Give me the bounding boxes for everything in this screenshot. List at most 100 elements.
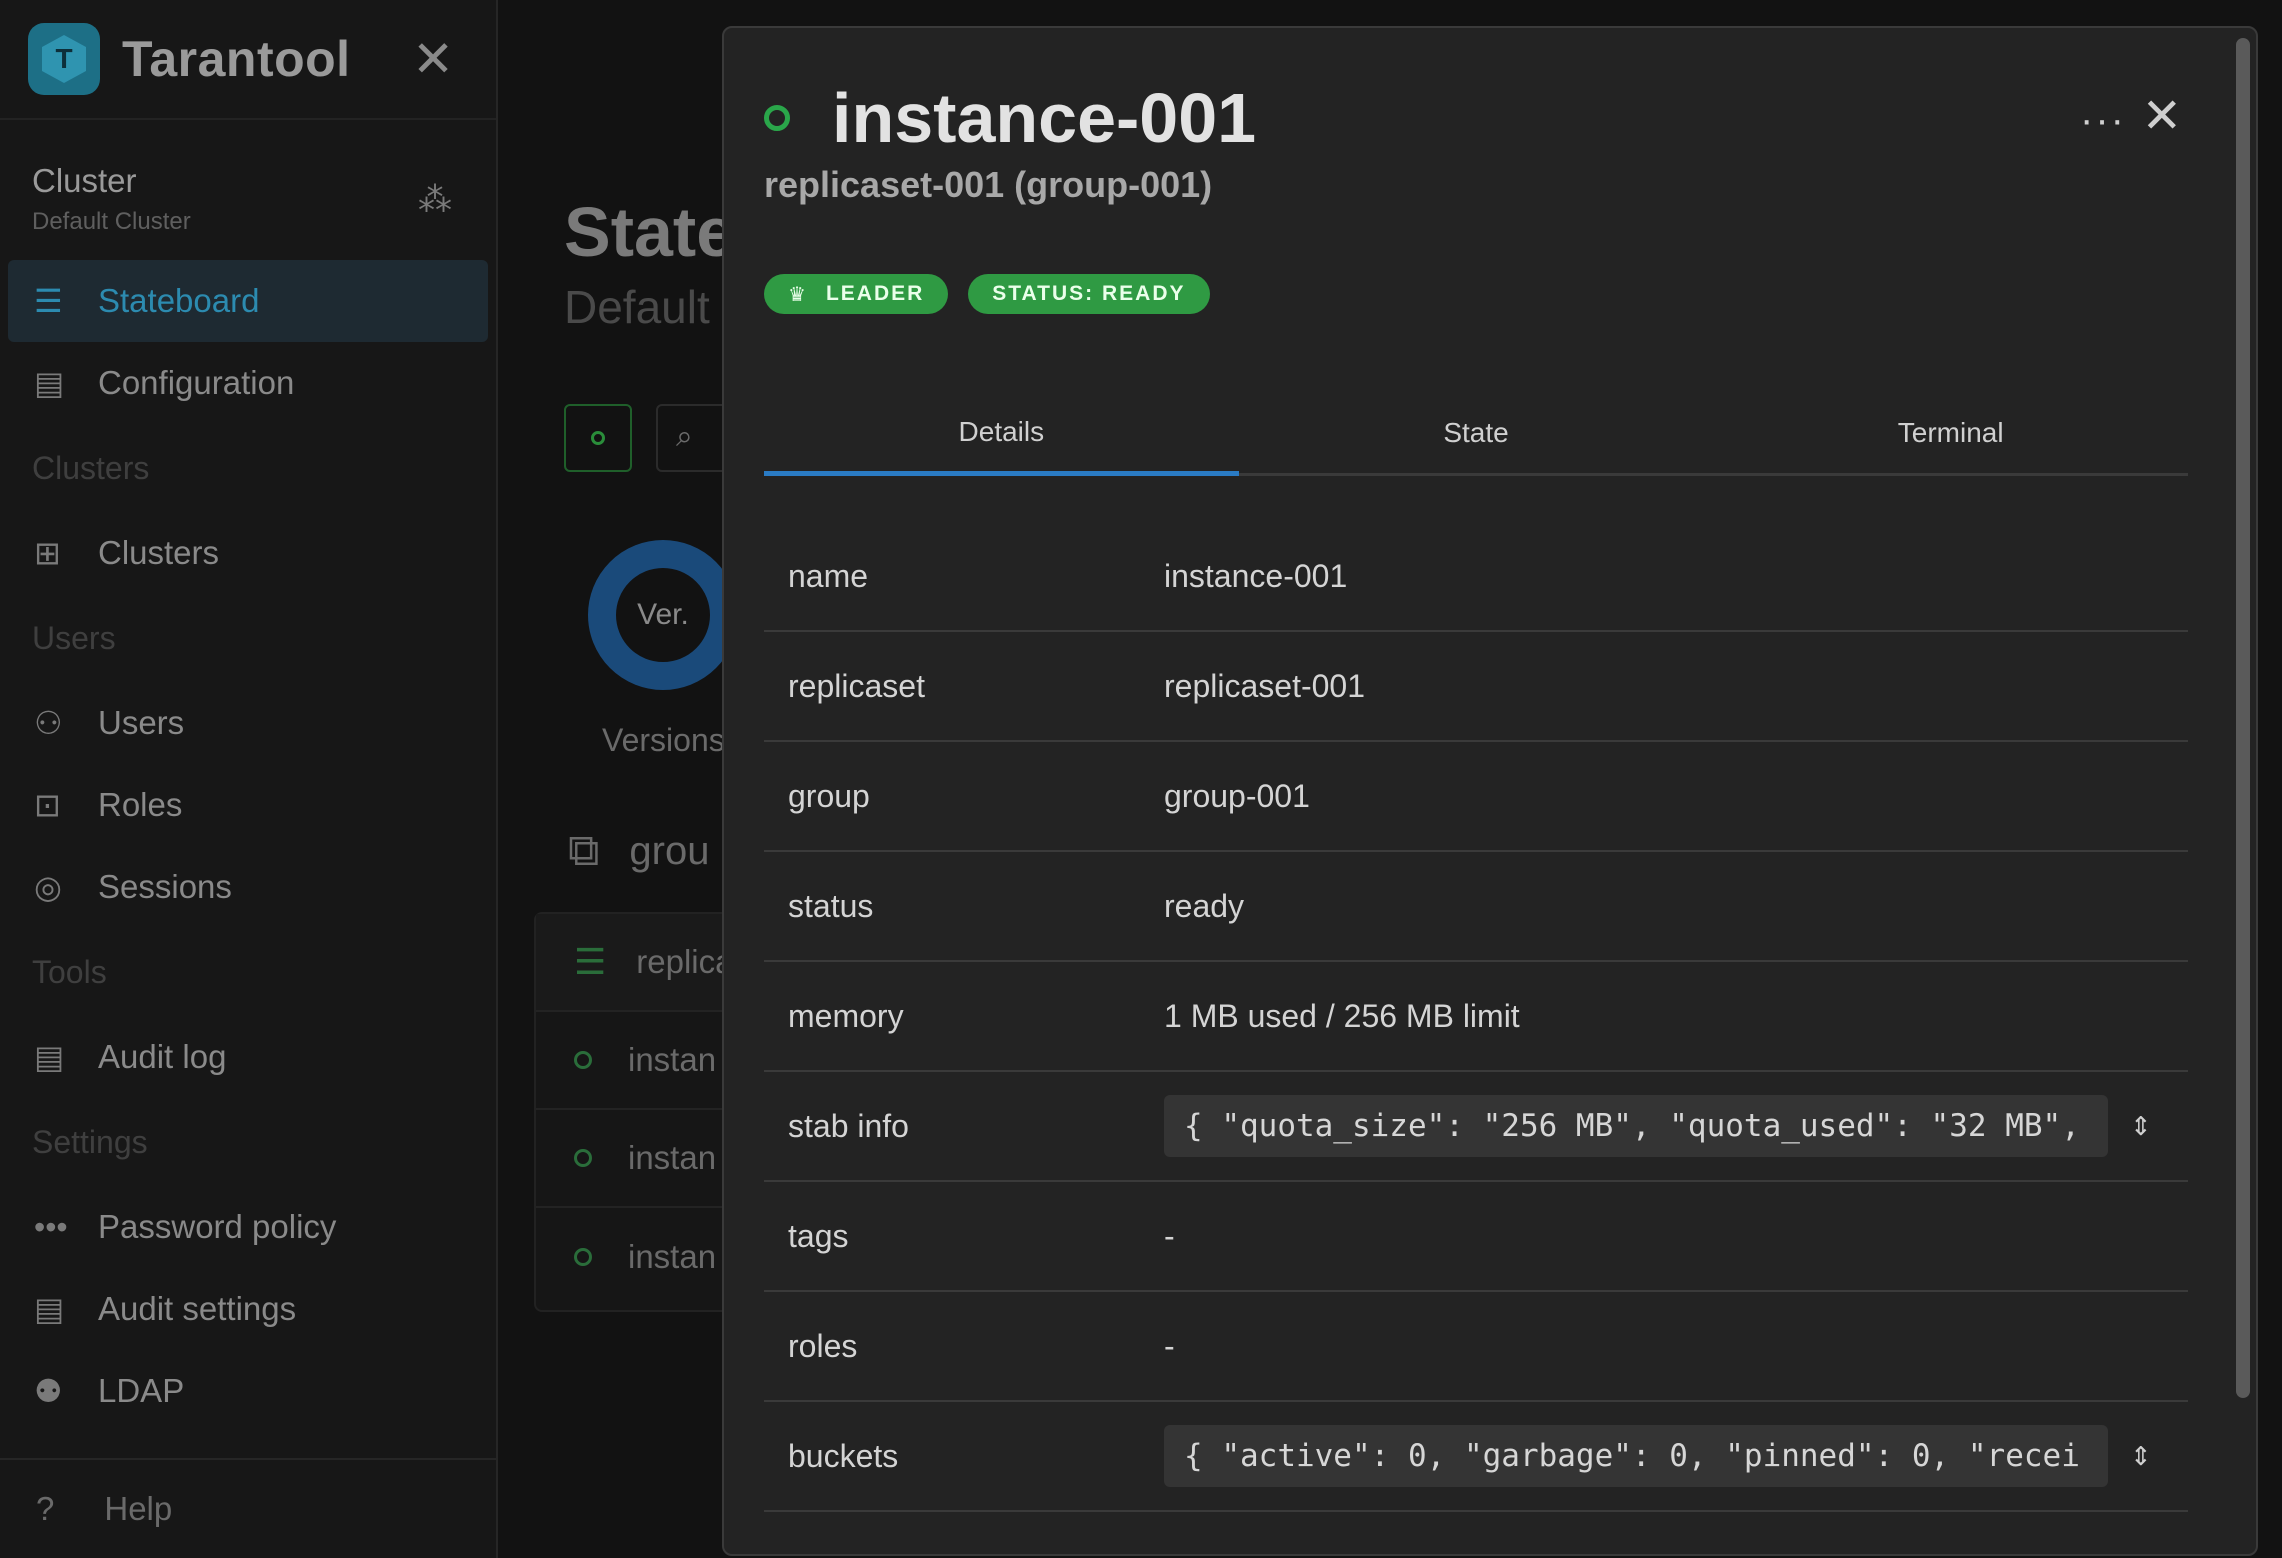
- detail-key: name: [788, 557, 869, 594]
- cluster-selector[interactable]: Cluster Default Cluster ⁂: [0, 120, 496, 260]
- page-title: State: [564, 193, 736, 271]
- group-icon: ⚉: [34, 1373, 63, 1409]
- section-settings: Settings: [32, 1123, 148, 1160]
- sidebar-item-ldap[interactable]: ⚉ LDAP: [8, 1350, 488, 1432]
- instance-subtitle: replicaset-001 (group-001): [764, 164, 1213, 205]
- section-clusters: Clusters: [32, 449, 150, 486]
- question-icon: ?: [36, 1490, 55, 1527]
- detail-value: group-001: [1164, 777, 1310, 814]
- sidebar-item-roles[interactable]: ⊡ Roles: [8, 764, 488, 846]
- sidebar-item-label: Password policy: [98, 1208, 337, 1245]
- versions-label: Versions: [602, 722, 725, 758]
- sidebar-item-users[interactable]: ⚇ Users: [8, 682, 488, 764]
- close-icon[interactable]: ✕: [2142, 88, 2182, 144]
- detail-row-replicaset: replicaset replicaset-001: [764, 632, 2188, 742]
- expand-collapse-icon[interactable]: ⇕: [2130, 1111, 2152, 1142]
- document-icon: ▤: [34, 1291, 65, 1327]
- detail-value: instance-001: [1164, 557, 1348, 594]
- detail-key: status: [788, 887, 874, 924]
- drawer-tabs: Details State Terminal: [764, 392, 2188, 476]
- badge-group: ♛ LEADER STATUS: READY: [764, 274, 1210, 314]
- status-indicator-icon: [764, 105, 790, 131]
- tab-terminal[interactable]: Terminal: [1713, 392, 2188, 473]
- detail-row-name: name instance-001: [764, 522, 2188, 632]
- json-value[interactable]: { "quota_size": "256 MB", "quota_used": …: [1164, 1095, 2108, 1157]
- status-dot-icon: [591, 431, 605, 445]
- cluster-subtitle: Default Cluster: [32, 208, 191, 235]
- instance-label: instan: [628, 1041, 717, 1078]
- sidebar-item-sessions[interactable]: ◎ Sessions: [8, 846, 488, 928]
- status-badge: STATUS: READY: [968, 274, 1210, 314]
- app-root: T Tarantool ✕ Cluster Default Cluster ⁂ …: [0, 0, 2282, 1558]
- more-options-icon[interactable]: ···: [2080, 98, 2126, 143]
- sidebar-item-label: Stateboard: [98, 282, 260, 319]
- sidebar-item-password-policy[interactable]: ••• Password policy: [8, 1186, 488, 1268]
- sidebar-item-label: Roles: [98, 786, 183, 823]
- leader-badge: ♛ LEADER: [764, 274, 949, 314]
- tab-state[interactable]: State: [1239, 392, 1714, 473]
- detail-row-status: status ready: [764, 852, 2188, 962]
- instance-drawer: instance-001 replicaset-001 (group-001) …: [722, 26, 2258, 1556]
- expand-collapse-icon[interactable]: ⇕: [2130, 1441, 2152, 1472]
- replicaset-label: replica: [636, 943, 734, 980]
- close-icon[interactable]: ✕: [412, 34, 454, 84]
- sidebar-item-configuration[interactable]: ▤ Configuration: [8, 342, 488, 424]
- status-dot-icon: [574, 1149, 592, 1167]
- detail-key: stab info: [788, 1107, 909, 1144]
- sidebar-item-label: Users: [98, 704, 185, 741]
- sidebar-item-clusters[interactable]: ⊞ Clusters: [8, 512, 488, 594]
- json-value[interactable]: { "active": 0, "garbage": 0, "pinned": 0…: [1164, 1425, 2108, 1487]
- detail-value: 1 MB used / 256 MB limit: [1164, 997, 1520, 1034]
- status-dot-icon: [574, 1248, 592, 1266]
- help-link[interactable]: ? Help: [0, 1458, 496, 1558]
- users-icon: ⚇: [34, 705, 63, 741]
- sidebar-header: T Tarantool ✕: [0, 0, 496, 120]
- detail-value: ready: [1164, 887, 1245, 924]
- detail-key: roles: [788, 1327, 858, 1364]
- role-badge-icon: ⊡: [34, 787, 61, 823]
- drawer-header: instance-001: [764, 78, 1256, 158]
- document-icon: ▤: [34, 1039, 65, 1075]
- sidebar-item-stateboard[interactable]: ☰ Stateboard: [8, 260, 488, 342]
- detail-row-roles: roles -: [764, 1292, 2188, 1402]
- grid-plus-icon: ⊞: [34, 535, 61, 571]
- tab-details[interactable]: Details: [764, 392, 1239, 476]
- leader-badge-label: LEADER: [825, 282, 925, 305]
- group-header[interactable]: ⧉ grou: [568, 826, 709, 876]
- instance-label: instan: [628, 1139, 717, 1176]
- sidebar-item-audit-log[interactable]: ▤ Audit log: [8, 1016, 488, 1098]
- drawer-scrollbar[interactable]: [2236, 38, 2250, 1398]
- section-tools: Tools: [32, 953, 107, 990]
- detail-key: replicaset: [788, 667, 925, 704]
- sidebar-item-label: Sessions: [98, 868, 232, 905]
- password-dots-icon: •••: [34, 1208, 68, 1245]
- status-dot-icon: [574, 1051, 592, 1069]
- sidebar-item-label: Audit settings: [98, 1290, 297, 1327]
- details-table: name instance-001 replicaset replicaset-…: [764, 522, 2188, 1512]
- server-icon: ☰: [34, 283, 63, 319]
- detail-row-memory: memory 1 MB used / 256 MB limit: [764, 962, 2188, 1072]
- sidebar-item-label: Clusters: [98, 534, 220, 571]
- detail-key: tags: [788, 1217, 849, 1254]
- detail-key: group: [788, 777, 870, 814]
- detail-key: memory: [788, 997, 904, 1034]
- sidebar-item-label: Audit log: [98, 1038, 227, 1075]
- brand-name: Tarantool: [122, 31, 351, 87]
- detail-value: -: [1164, 1217, 1175, 1254]
- cluster-title: Cluster: [32, 162, 137, 199]
- sidebar-item-label: Configuration: [98, 364, 295, 401]
- detail-value: -: [1164, 1327, 1175, 1364]
- sidebar-item-label: LDAP: [98, 1372, 185, 1409]
- help-label: Help: [104, 1490, 173, 1527]
- detail-row-buckets: buckets { "active": 0, "garbage": 0, "pi…: [764, 1402, 2188, 1512]
- fingerprint-icon: ◎: [34, 869, 62, 905]
- document-icon: ▤: [34, 365, 65, 401]
- detail-key: buckets: [788, 1437, 899, 1474]
- search-icon: ⌕: [676, 420, 693, 453]
- versions-donut: Ver.: [588, 540, 738, 690]
- status-filter-button[interactable]: [564, 404, 632, 472]
- sidebar-item-audit-settings[interactable]: ▤ Audit settings: [8, 1268, 488, 1350]
- instance-label: instan: [628, 1238, 717, 1275]
- detail-row-tags: tags -: [764, 1182, 2188, 1292]
- instance-title: instance-001: [832, 79, 1257, 157]
